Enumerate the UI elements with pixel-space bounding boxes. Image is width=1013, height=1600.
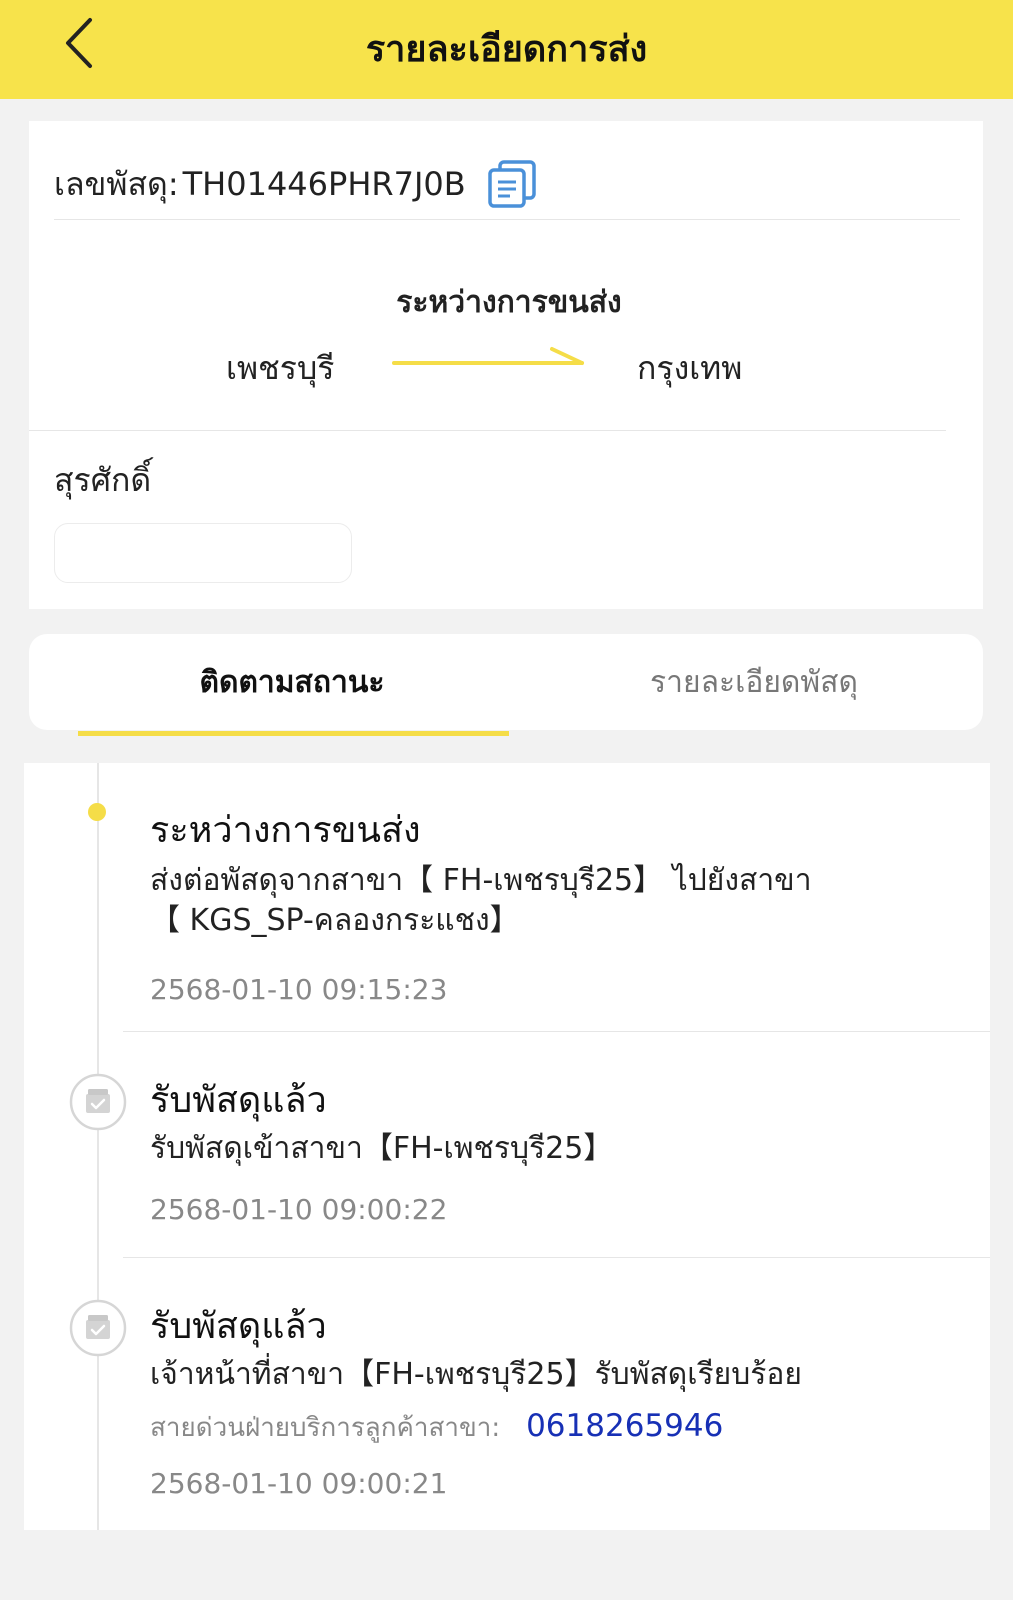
receiver-info-field — [54, 523, 352, 583]
event-title: รับพัสดุแล้ว — [150, 1306, 327, 1347]
divider — [54, 219, 960, 220]
event-description: รับพัสดุเข้าสาขา【FH-เพชรบุรี25】 — [150, 1131, 614, 1166]
active-dot-icon — [88, 803, 106, 821]
divider — [123, 1031, 990, 1032]
active-tab-indicator — [78, 731, 509, 736]
event-time: 2568-01-10 09:00:21 — [150, 1467, 448, 1500]
divider — [29, 430, 946, 431]
event-description: ส่งต่อพัสดุจากสาขา【 FH-เพชรบุรี25】 ไปยัง… — [150, 863, 812, 898]
tab-bar: ติดตามสถานะ รายละเอียดพัสดุ — [29, 634, 983, 730]
tab-parcel-details[interactable]: รายละเอียดพัสดุ — [539, 634, 969, 730]
receiver-name: สุรศักดิ์ — [54, 461, 152, 499]
tracking-row: เลขพัสดุ: TH01446PHR7J0B — [54, 159, 538, 209]
tracking-number: TH01446PHR7J0B — [182, 165, 466, 203]
route-origin: เพชรบุรี — [226, 349, 335, 387]
tracking-timeline: ระหว่างการขนส่ง ส่งต่อพัสดุจากสาขา【 FH-เ… — [24, 763, 990, 1530]
branch-hotline: สายด่วนฝ่ายบริการลูกค้าสาขา: 0618265946 — [150, 1407, 723, 1448]
parcel-box-icon — [69, 1073, 127, 1131]
tab-tracking-status[interactable]: ติดตามสถานะ — [77, 634, 507, 730]
timeline-line — [97, 763, 99, 1530]
app-header: รายละเอียดการส่ง — [0, 0, 1013, 99]
hotline-phone-link[interactable]: 0618265946 — [526, 1408, 723, 1444]
event-time: 2568-01-10 09:15:23 — [150, 973, 448, 1006]
event-description: 【 KGS_SP-คลองกระแชง】 — [150, 903, 520, 938]
shipment-status: ระหว่างการขนส่ง — [396, 285, 622, 320]
parcel-box-icon — [69, 1299, 127, 1357]
page-title: รายละเอียดการส่ง — [365, 29, 648, 70]
tracking-label: เลขพัสดุ: — [54, 164, 179, 203]
divider — [123, 1257, 990, 1258]
event-description: เจ้าหน้าที่สาขา【FH-เพชรบุรี25】รับพัสดุเร… — [150, 1357, 802, 1392]
hotline-label: สายด่วนฝ่ายบริการลูกค้าสาขา: — [150, 1413, 501, 1443]
event-title: ระหว่างการขนส่ง — [150, 810, 421, 851]
copy-button[interactable] — [486, 159, 538, 209]
copy-icon — [487, 160, 536, 208]
event-title: รับพัสดุแล้ว — [150, 1080, 327, 1121]
route-arrow-icon — [392, 347, 584, 365]
event-time: 2568-01-10 09:00:22 — [150, 1193, 448, 1226]
parcel-summary-card: เลขพัสดุ: TH01446PHR7J0B ระหว่างการขนส่ง… — [29, 121, 983, 609]
route-destination: กรุงเทพ — [637, 349, 743, 387]
